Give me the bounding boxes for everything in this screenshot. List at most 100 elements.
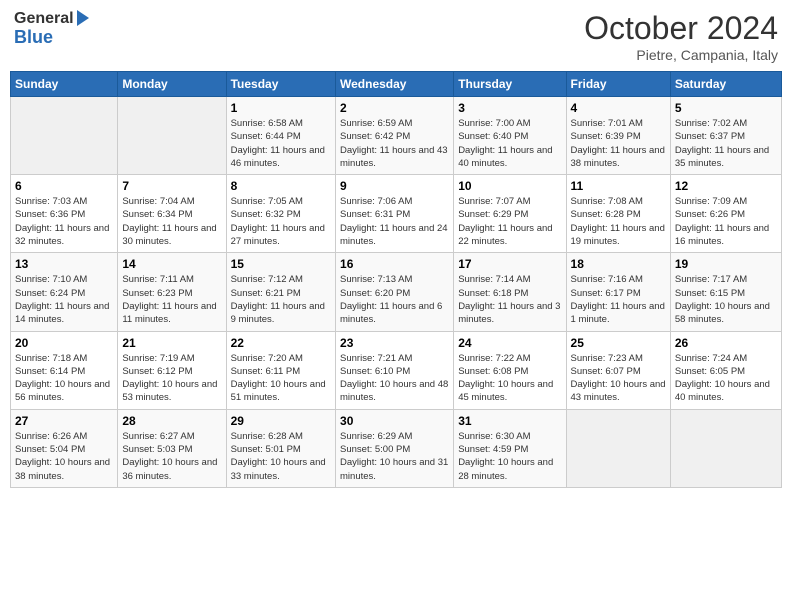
day-info: Sunrise: 7:19 AM Sunset: 6:12 PM Dayligh… <box>122 352 221 405</box>
calendar-cell: 8Sunrise: 7:05 AM Sunset: 6:32 PM Daylig… <box>226 175 335 253</box>
day-info: Sunrise: 7:08 AM Sunset: 6:28 PM Dayligh… <box>571 195 666 248</box>
day-number: 3 <box>458 101 561 115</box>
day-info: Sunrise: 6:58 AM Sunset: 6:44 PM Dayligh… <box>231 117 331 170</box>
calendar-cell: 5 Sunrise: 7:02 AM Sunset: 6:37 PM Daylig… <box>670 97 781 175</box>
day-info: Sunrise: 7:00 AM Sunset: 6:40 PM Dayligh… <box>458 117 561 170</box>
calendar-cell: 20 Sunrise: 7:18 AM Sunset: 6:14 PM Dayli… <box>11 331 118 409</box>
logo: General Blue <box>14 10 89 47</box>
day-info: Sunrise: 7:12 AM Sunset: 6:21 PM Dayligh… <box>231 273 331 326</box>
day-info: Sunrise: 7:18 AM Sunset: 6:14 PM Dayligh… <box>15 352 113 405</box>
calendar-week-row: 6 Sunrise: 7:03 AM Sunset: 6:36 PM Daylig… <box>11 175 782 253</box>
calendar-cell: 22 Sunrise: 7:20 AM Sunset: 6:11 PM Dayli… <box>226 331 335 409</box>
calendar-cell <box>566 409 670 487</box>
title-section: October 2024 Pietre, Campania, Italy <box>584 10 778 63</box>
day-info: Sunrise: 7:20 AM Sunset: 6:11 PM Dayligh… <box>231 352 331 405</box>
calendar-cell <box>670 409 781 487</box>
calendar-cell: 21 Sunrise: 7:19 AM Sunset: 6:12 PM Dayli… <box>118 331 226 409</box>
weekday-header: Tuesday <box>226 72 335 97</box>
day-number: 6 <box>15 179 113 193</box>
calendar-cell: 6 Sunrise: 7:03 AM Sunset: 6:36 PM Daylig… <box>11 175 118 253</box>
day-info: Sunrise: 7:01 AM Sunset: 6:39 PM Dayligh… <box>571 117 666 170</box>
weekday-header: Sunday <box>11 72 118 97</box>
day-number: 7 <box>122 179 221 193</box>
calendar-week-row: 1Sunrise: 6:58 AM Sunset: 6:44 PM Daylig… <box>11 97 782 175</box>
weekday-header-row: SundayMondayTuesdayWednesdayThursdayFrid… <box>11 72 782 97</box>
day-number: 26 <box>675 336 777 350</box>
calendar-cell: 31 Sunrise: 6:30 AM Sunset: 4:59 PM Dayli… <box>454 409 566 487</box>
day-number: 12 <box>675 179 777 193</box>
day-info: Sunrise: 7:06 AM Sunset: 6:31 PM Dayligh… <box>340 195 449 248</box>
calendar-cell: 3 Sunrise: 7:00 AM Sunset: 6:40 PM Daylig… <box>454 97 566 175</box>
calendar-cell: 16 Sunrise: 7:13 AM Sunset: 6:20 PM Dayli… <box>336 253 454 331</box>
day-number: 23 <box>340 336 449 350</box>
calendar-cell: 28 Sunrise: 6:27 AM Sunset: 5:03 PM Dayli… <box>118 409 226 487</box>
day-info: Sunrise: 6:27 AM Sunset: 5:03 PM Dayligh… <box>122 430 221 483</box>
calendar-cell: 4Sunrise: 7:01 AM Sunset: 6:39 PM Daylig… <box>566 97 670 175</box>
calendar-cell: 11 Sunrise: 7:08 AM Sunset: 6:28 PM Dayli… <box>566 175 670 253</box>
day-number: 31 <box>458 414 561 428</box>
day-number: 5 <box>675 101 777 115</box>
calendar-cell: 7 Sunrise: 7:04 AM Sunset: 6:34 PM Daylig… <box>118 175 226 253</box>
day-info: Sunrise: 6:59 AM Sunset: 6:42 PM Dayligh… <box>340 117 449 170</box>
day-number: 20 <box>15 336 113 350</box>
day-number: 9 <box>340 179 449 193</box>
calendar-cell: 10Sunrise: 7:07 AM Sunset: 6:29 PM Dayli… <box>454 175 566 253</box>
day-number: 30 <box>340 414 449 428</box>
logo-general: General <box>14 10 74 28</box>
day-number: 27 <box>15 414 113 428</box>
logo-icon <box>77 10 89 26</box>
day-info: Sunrise: 7:04 AM Sunset: 6:34 PM Dayligh… <box>122 195 221 248</box>
weekday-header: Monday <box>118 72 226 97</box>
calendar-cell: 19 Sunrise: 7:17 AM Sunset: 6:15 PM Dayli… <box>670 253 781 331</box>
day-info: Sunrise: 7:02 AM Sunset: 6:37 PM Dayligh… <box>675 117 777 170</box>
calendar-cell: 15 Sunrise: 7:12 AM Sunset: 6:21 PM Dayli… <box>226 253 335 331</box>
calendar-cell: 12 Sunrise: 7:09 AM Sunset: 6:26 PM Dayli… <box>670 175 781 253</box>
weekday-header: Wednesday <box>336 72 454 97</box>
calendar-cell <box>11 97 118 175</box>
day-number: 16 <box>340 257 449 271</box>
day-number: 17 <box>458 257 561 271</box>
day-info: Sunrise: 7:07 AM Sunset: 6:29 PM Dayligh… <box>458 195 561 248</box>
calendar-cell: 26 Sunrise: 7:24 AM Sunset: 6:05 PM Dayli… <box>670 331 781 409</box>
calendar-cell: 14Sunrise: 7:11 AM Sunset: 6:23 PM Dayli… <box>118 253 226 331</box>
calendar-week-row: 27 Sunrise: 6:26 AM Sunset: 5:04 PM Dayli… <box>11 409 782 487</box>
calendar-cell: 13Sunrise: 7:10 AM Sunset: 6:24 PM Dayli… <box>11 253 118 331</box>
day-number: 29 <box>231 414 331 428</box>
calendar-cell: 24Sunrise: 7:22 AM Sunset: 6:08 PM Dayli… <box>454 331 566 409</box>
weekday-header: Saturday <box>670 72 781 97</box>
calendar-cell <box>118 97 226 175</box>
day-number: 2 <box>340 101 449 115</box>
day-info: Sunrise: 7:11 AM Sunset: 6:23 PM Dayligh… <box>122 273 221 326</box>
day-info: Sunrise: 7:24 AM Sunset: 6:05 PM Dayligh… <box>675 352 777 405</box>
day-number: 18 <box>571 257 666 271</box>
calendar-cell: 25Sunrise: 7:23 AM Sunset: 6:07 PM Dayli… <box>566 331 670 409</box>
day-info: Sunrise: 7:17 AM Sunset: 6:15 PM Dayligh… <box>675 273 777 326</box>
day-info: Sunrise: 7:13 AM Sunset: 6:20 PM Dayligh… <box>340 273 449 326</box>
day-number: 11 <box>571 179 666 193</box>
day-info: Sunrise: 6:26 AM Sunset: 5:04 PM Dayligh… <box>15 430 113 483</box>
day-number: 22 <box>231 336 331 350</box>
day-info: Sunrise: 7:21 AM Sunset: 6:10 PM Dayligh… <box>340 352 449 405</box>
day-number: 15 <box>231 257 331 271</box>
day-number: 21 <box>122 336 221 350</box>
calendar-cell: 23 Sunrise: 7:21 AM Sunset: 6:10 PM Dayli… <box>336 331 454 409</box>
day-info: Sunrise: 7:10 AM Sunset: 6:24 PM Dayligh… <box>15 273 113 326</box>
location: Pietre, Campania, Italy <box>584 47 778 63</box>
page-header: General Blue October 2024 Pietre, Campan… <box>10 10 782 63</box>
month-title: October 2024 <box>584 10 778 47</box>
calendar-cell: 18 Sunrise: 7:16 AM Sunset: 6:17 PM Dayli… <box>566 253 670 331</box>
calendar-table: SundayMondayTuesdayWednesdayThursdayFrid… <box>10 71 782 488</box>
logo-blue: Blue <box>14 28 53 48</box>
calendar-cell: 1Sunrise: 6:58 AM Sunset: 6:44 PM Daylig… <box>226 97 335 175</box>
day-info: Sunrise: 6:28 AM Sunset: 5:01 PM Dayligh… <box>231 430 331 483</box>
day-number: 19 <box>675 257 777 271</box>
day-number: 28 <box>122 414 221 428</box>
day-info: Sunrise: 6:30 AM Sunset: 4:59 PM Dayligh… <box>458 430 561 483</box>
day-info: Sunrise: 7:05 AM Sunset: 6:32 PM Dayligh… <box>231 195 331 248</box>
day-info: Sunrise: 7:16 AM Sunset: 6:17 PM Dayligh… <box>571 273 666 326</box>
day-number: 25 <box>571 336 666 350</box>
day-info: Sunrise: 7:03 AM Sunset: 6:36 PM Dayligh… <box>15 195 113 248</box>
weekday-header: Friday <box>566 72 670 97</box>
calendar-week-row: 13Sunrise: 7:10 AM Sunset: 6:24 PM Dayli… <box>11 253 782 331</box>
day-info: Sunrise: 7:09 AM Sunset: 6:26 PM Dayligh… <box>675 195 777 248</box>
